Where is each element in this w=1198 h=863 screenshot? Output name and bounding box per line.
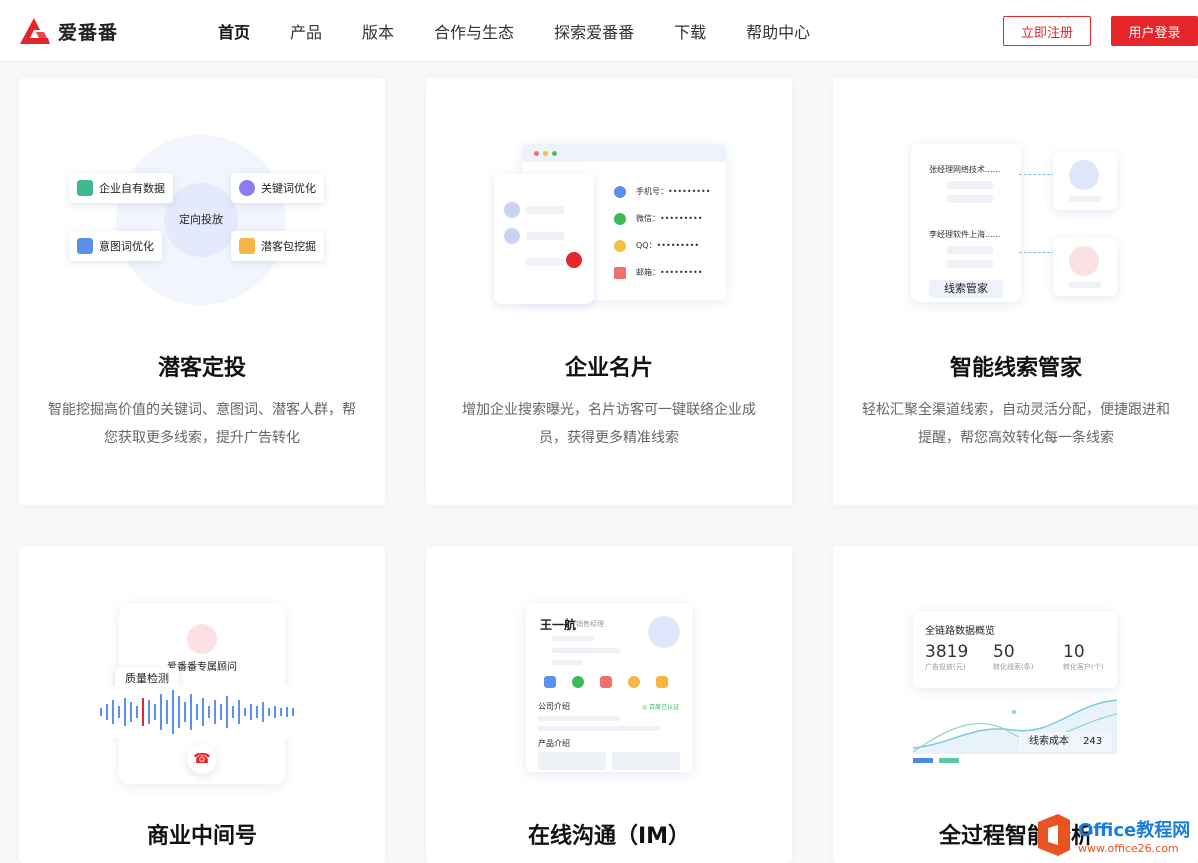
nav-item-partners[interactable]: 合作与生态 <box>434 19 514 43</box>
im-illustration: 王一航 销售经理 公司介绍 ◎ 百度已认证 产品介绍 <box>426 546 792 786</box>
nav-item-home[interactable]: 首页 <box>218 19 250 43</box>
phone-icon <box>614 185 626 198</box>
chart-icon <box>77 180 93 196</box>
share-icon <box>656 676 668 688</box>
feature-card-business-card[interactable]: 手机号：••••••••• 微信：••••••••• QQ：••••••••• … <box>426 78 792 505</box>
card-title: 智能线索管家 <box>949 356 1082 381</box>
audio-waveform <box>87 686 317 738</box>
user-icon <box>239 238 255 254</box>
hangup-icon: ☎ <box>187 744 217 774</box>
lead-manager-illustration: 张经理网络技术...... 李经理软件上海...... 线索管家 <box>833 78 1198 338</box>
wechat-icon <box>572 676 584 688</box>
wechat-icon <box>614 212 626 225</box>
avatar <box>1069 160 1099 190</box>
tag-own-data: 企业自有数据 <box>69 173 173 203</box>
targeting-illustration: 定向投放 企业自有数据 关键词优化 意图词优化 潜客包挖掘 <box>19 78 385 338</box>
nav-item-editions[interactable]: 版本 <box>362 19 394 43</box>
nav-item-products[interactable]: 产品 <box>290 19 322 43</box>
business-card-illustration: 手机号：••••••••• 微信：••••••••• QQ：••••••••• … <box>426 78 792 338</box>
feature-card-targeting[interactable]: 定向投放 企业自有数据 关键词优化 意图词优化 潜客包挖掘 潜客定投 智能挖掘高… <box>19 78 385 505</box>
mail-icon <box>600 676 612 688</box>
lead-cost-label: 线索成本 243 <box>1019 732 1113 752</box>
feature-card-im[interactable]: 王一航 销售经理 公司介绍 ◎ 百度已认证 产品介绍 在线沟通（IM） <box>426 546 792 863</box>
card-description: 智能挖掘高价值的关键词、意图词、潜客人群，帮 您获取更多线索，提升广告转化 <box>48 402 356 446</box>
phone-icon <box>544 676 556 688</box>
card-description: 轻松汇聚全渠道线索，自动灵活分配，便捷跟进和 提醒，帮您高效转化每一条线索 <box>862 402 1170 446</box>
search-icon <box>239 180 255 196</box>
virtual-number-illustration: 爱番番专属顾问 质量检测 ☎ <box>19 546 385 786</box>
logo-badge-icon <box>566 252 582 268</box>
tag-keyword: 关键词优化 <box>231 173 324 203</box>
tag-intent: 意图词优化 <box>69 231 162 261</box>
logo-icon <box>20 18 50 44</box>
card-title: 在线沟通（IM） <box>527 824 691 849</box>
analytics-illustration: 全链路数据概览 3819 广告投放(元) 50 转化线索(条) 10 转化客户(… <box>833 546 1198 786</box>
feature-card-lead-manager[interactable]: 张经理网络技术...... 李经理软件上海...... 线索管家 智能线索管家 … <box>833 78 1198 505</box>
phone-icon <box>77 238 93 254</box>
card-title: 商业中间号 <box>146 824 257 849</box>
office-logo-icon <box>1038 814 1070 856</box>
register-button[interactable]: 立即注册 <box>1003 16 1091 46</box>
location-icon <box>628 676 640 688</box>
card-title: 企业名片 <box>564 356 653 381</box>
card-description: 增加企业搜索曝光，名片访客可一键联络企业成 员，获得更多精准线索 <box>462 402 756 446</box>
logo-text: 爱番番 <box>58 21 119 44</box>
nav-item-explore[interactable]: 探索爱番番 <box>554 19 634 43</box>
lead-manager-label: 线索管家 <box>929 280 1003 298</box>
logo[interactable]: 爱番番 <box>18 16 118 46</box>
feature-card-virtual-number[interactable]: 爱番番专属顾问 质量检测 ☎ 商业中间号 <box>19 546 385 863</box>
nav-item-download[interactable]: 下载 <box>674 19 706 43</box>
mail-icon <box>614 266 626 279</box>
avatar <box>1069 246 1099 276</box>
login-button[interactable]: 用户登录 <box>1111 16 1198 46</box>
card-title: 潜客定投 <box>157 356 246 381</box>
avatar <box>187 624 217 654</box>
qq-icon <box>614 239 626 252</box>
top-navbar: 爱番番 首页 产品 版本 合作与生态 探索爱番番 下载 帮助中心 立即注册 用户… <box>0 0 1198 62</box>
targeting-center-label: 定向投放 <box>179 213 223 226</box>
avatar <box>648 616 680 648</box>
nav-item-help[interactable]: 帮助中心 <box>746 19 810 43</box>
watermark: Office教程网 www.office26.com <box>1034 812 1190 858</box>
main-nav: 首页 产品 版本 合作与生态 探索爱番番 下载 帮助中心 <box>218 0 850 62</box>
tag-prospect: 潜客包挖掘 <box>231 231 324 261</box>
